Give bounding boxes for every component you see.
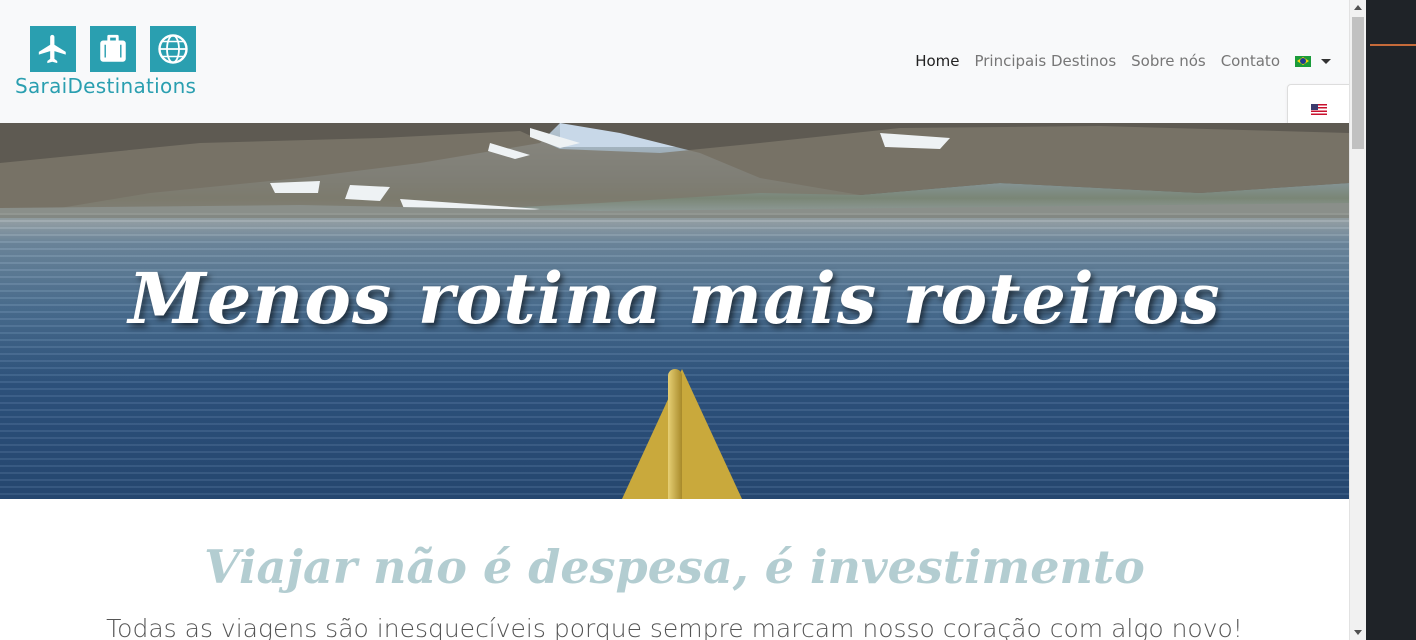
navbar: SaraiDestinations Home Principais Destin…	[0, 0, 1349, 123]
language-dropdown-toggle[interactable]	[1295, 55, 1331, 67]
nav-item-contato[interactable]: Contato	[1221, 52, 1280, 70]
brazil-flag-icon	[1295, 55, 1311, 67]
globe-icon	[150, 26, 196, 72]
caret-down-icon	[1321, 58, 1331, 64]
hero-kayak	[622, 369, 742, 499]
airplane-icon	[30, 26, 76, 72]
nav-item-principais-destinos[interactable]: Principais Destinos	[974, 52, 1116, 70]
brand-logo[interactable]: SaraiDestinations	[14, 26, 214, 98]
suitcase-icon	[90, 26, 136, 72]
section-subline: Todas as viagens são inesquecíveis porqu…	[106, 614, 1243, 640]
side-panel	[1366, 0, 1416, 640]
page-scrollbar[interactable]	[1349, 0, 1366, 640]
hero-kayak-bow	[668, 369, 682, 499]
us-flag-icon	[1310, 103, 1327, 115]
scroll-down-arrow-icon[interactable]	[1354, 630, 1362, 635]
brand-name: SaraiDestinations	[15, 74, 197, 98]
nav-item-sobre-nos[interactable]: Sobre nós	[1131, 52, 1206, 70]
scroll-up-arrow-icon[interactable]	[1354, 5, 1362, 10]
side-panel-accent	[1370, 44, 1416, 46]
hero-mountains	[0, 123, 1349, 218]
nav-menu: Home Principais Destinos Sobre nós Conta…	[900, 52, 1331, 70]
nav-item-home[interactable]: Home	[915, 52, 959, 70]
hero-title: Menos rotina mais roteiros	[128, 257, 1221, 340]
section-headline: Viajar não é despesa, é investimento	[204, 540, 1145, 594]
page: SaraiDestinations Home Principais Destin…	[0, 0, 1349, 640]
hero-banner: Menos rotina mais roteiros	[0, 123, 1349, 499]
scrollbar-thumb[interactable]	[1352, 17, 1364, 149]
